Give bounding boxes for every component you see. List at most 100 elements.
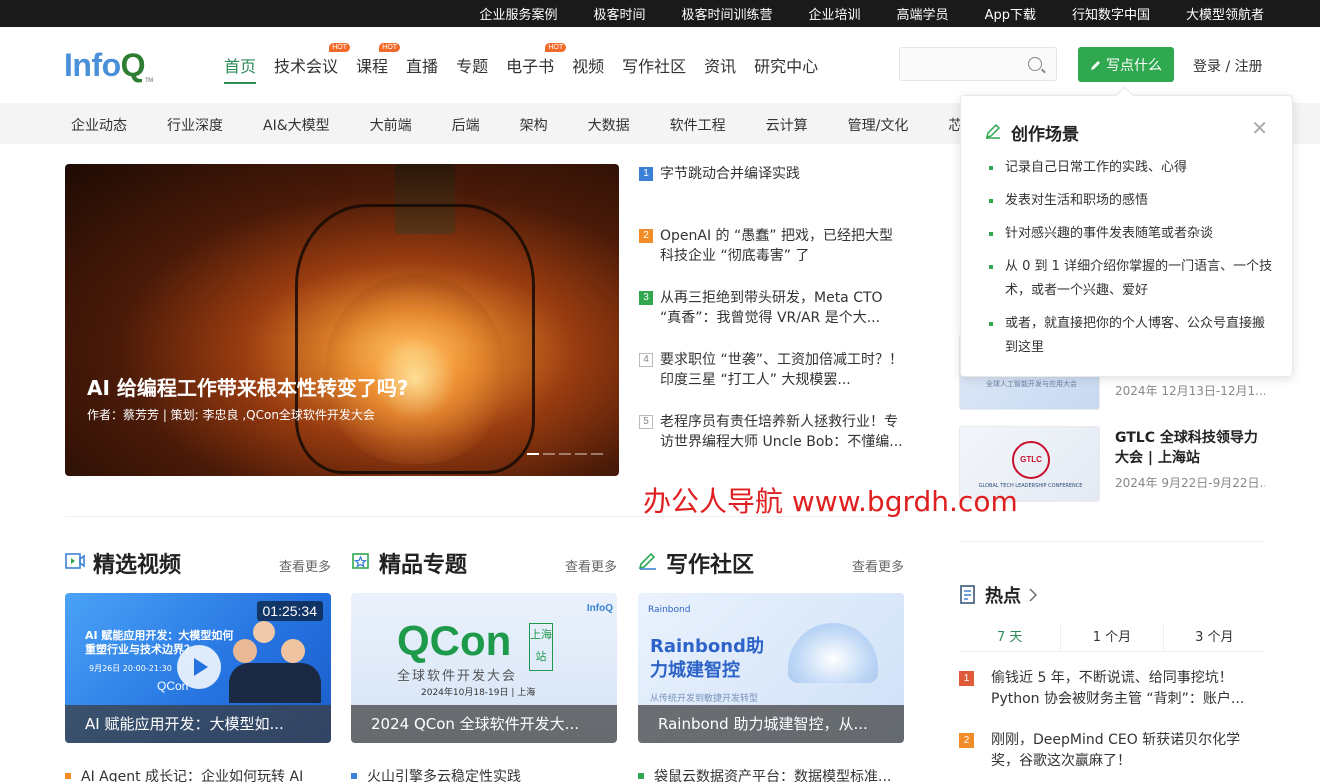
hot-tab[interactable]: 3 个月 (1164, 624, 1265, 651)
hot-item[interactable]: 1 偷钱近 5 年，不断说谎、给同事挖坑！Python 协会被财务主管 “背刺”：… (959, 668, 1265, 710)
view-more-link[interactable]: 查看更多 (852, 556, 904, 575)
event-date: 2024年 12月13日-12月1... (1115, 384, 1265, 398)
search-icon[interactable] (1028, 57, 1042, 71)
headline-item[interactable]: 4 要求职位 “世袭”、工资加倍减工时？！印度三星 “打工人” 大规模罢... (639, 350, 903, 390)
top-link[interactable]: App下载 (985, 4, 1036, 23)
hot-item[interactable]: 2 刚刚，DeepMind CEO 斩获诺贝尔化学奖，谷歌这次赢麻了！ (959, 730, 1265, 772)
nav-item-label: 视频 (572, 57, 605, 76)
play-icon[interactable] (177, 645, 221, 689)
nav-item[interactable]: 视频 (572, 53, 604, 77)
nav-item-label: 研究中心 (754, 57, 819, 76)
carousel-dot[interactable] (543, 453, 555, 455)
hero-carousel[interactable]: AI 给编程工作带来根本性转变了吗? 作者：蔡芳芳 | 策划: 李忠良 ,QCo… (65, 164, 619, 476)
close-icon[interactable]: ✕ (1251, 118, 1268, 138)
top-link[interactable]: 极客时间训练营 (682, 4, 773, 23)
event-title: GTLC 全球科技领导力大会 | 上海站 (1115, 430, 1258, 466)
hero-image-cage (295, 204, 535, 474)
popup-item-text: 从 0 到 1 详细介绍你掌握的一门语言、一个技术，或者一个兴趣、爱好 (1005, 259, 1273, 298)
hot-tab[interactable]: 1 个月 (1061, 624, 1164, 651)
logo-tm: TM (145, 78, 153, 84)
top-link[interactable]: 极客时间 (594, 4, 646, 23)
qcon-logo: QCon (397, 617, 512, 664)
popup-item: 或者，就直接把你的个人博客、公众号直接搬到这里 (989, 312, 1274, 360)
video-poster-date: 9月26日 20:00-21:30 (89, 664, 172, 673)
logo-q: Q (120, 47, 146, 83)
nav-item[interactable]: 写作社区 (622, 53, 686, 77)
carousel-dot[interactable] (575, 453, 587, 455)
category-item[interactable]: 企业动态 (71, 115, 127, 135)
nav-item[interactable]: 资讯 (704, 53, 736, 77)
write-button[interactable]: 写点什么 (1078, 47, 1174, 82)
nav-item[interactable]: 研究中心 (754, 53, 818, 77)
hot-tab[interactable]: 7 天 (959, 624, 1062, 651)
hot-header[interactable]: 热点 (959, 582, 1037, 608)
headline-item[interactable]: 5 老程序员有责任培养新人拯救行业！专访世界编程大师 Uncle Bob：不懂编.… (639, 412, 903, 452)
list-item-text: 火山引擎多云稳定性实践 (367, 769, 521, 782)
top-link[interactable]: 高端学员 (897, 4, 949, 23)
popup-item-text: 记录自己日常工作的实践、心得 (1005, 160, 1188, 175)
rank-badge: 1 (959, 671, 974, 686)
video-card[interactable]: AI 赋能应用开发：大模型如何重塑行业与技术边界？ 9月26日 20:00-21… (65, 593, 331, 743)
bullet-icon (989, 322, 993, 326)
rainbond-title: Rainbond助力城建智控 (650, 636, 764, 681)
hot-item-text: 偷钱近 5 年，不断说谎、给同事挖坑！Python 协会被财务主管 “背刺”：账… (991, 670, 1245, 707)
view-more-link[interactable]: 查看更多 (279, 556, 331, 575)
top-link[interactable]: 企业培训 (809, 4, 861, 23)
popup-item-text: 发表对生活和职场的感悟 (1005, 193, 1149, 208)
nav-item[interactable]: 电子书 HOT (506, 43, 567, 77)
category-item[interactable]: 管理/文化 (848, 115, 909, 135)
list-item[interactable]: 火山引擎多云稳定性实践 (351, 766, 521, 782)
nav-item[interactable]: 直播 (406, 53, 438, 77)
headline-text: 从再三拒绝到带头研发，Meta CTO “真香”：我曾觉得 VR/AR 是个大.… (660, 290, 883, 326)
category-item[interactable]: 大前端 (370, 115, 412, 135)
carousel-dot[interactable] (559, 453, 571, 455)
watermark: 办公人导航 www.bgrdh.com (643, 485, 1018, 518)
popup-item: 发表对生活和职场的感悟 (989, 189, 1274, 213)
card-caption[interactable]: 2024 QCon 全球软件开发大... (351, 705, 617, 743)
top-link[interactable]: 企业服务案例 (479, 4, 557, 23)
headline-text: 要求职位 “世袭”、工资加倍减工时？！印度三星 “打工人” 大规模罢... (660, 352, 903, 388)
login-link[interactable]: 登录 / 注册 (1193, 56, 1263, 76)
section-writing-header: 写作社区 查看更多 (638, 546, 904, 578)
nav-item[interactable]: 课程 HOT (356, 43, 401, 77)
carousel-dot[interactable] (527, 453, 539, 455)
top-link[interactable]: 大模型领航者 (1186, 4, 1264, 23)
topic-card[interactable]: InfoQ QCon 上海站 全球软件开发大会 2024年10月18-19日 |… (351, 593, 617, 743)
bullet-icon (638, 773, 644, 779)
writing-card[interactable]: Rainbond Rainbond助力城建智控 从传统开发到敏捷开发转型 Rai… (638, 593, 904, 743)
category-item[interactable]: 行业深度 (167, 115, 223, 135)
qcon-date: 2024年10月18-19日 | 上海 (421, 688, 536, 698)
search-box[interactable] (899, 47, 1057, 81)
headline-item[interactable]: 1 字节跳动合并编译实践 (639, 164, 903, 184)
carousel-dot[interactable] (591, 453, 603, 455)
nav-item-label: 课程 (356, 57, 389, 76)
bullet-icon (989, 166, 993, 170)
nav-item[interactable]: 首页 (224, 53, 257, 84)
speaker-avatar (281, 639, 305, 663)
category-item[interactable]: 后端 (452, 115, 480, 135)
card-caption[interactable]: AI 赋能应用开发：大模型如... (65, 705, 331, 743)
card-caption[interactable]: Rainbond 助力城建智控，从... (638, 705, 904, 743)
logo-text: Info (64, 47, 121, 83)
category-item[interactable]: 软件工程 (670, 115, 726, 135)
creation-popup: 创作场景 ✕ 记录自己日常工作的实践、心得 发表对生活和职场的感悟 针对感兴趣的事件… (960, 95, 1293, 377)
infoq-logo[interactable]: InfoQTM (64, 47, 153, 84)
speaker-avatars (229, 621, 323, 703)
nav-item-label: 直播 (406, 57, 439, 76)
view-more-link[interactable]: 查看更多 (565, 556, 617, 575)
hot-title: 热点 (985, 586, 1021, 607)
nav-item[interactable]: 专题 (456, 53, 488, 77)
headline-item[interactable]: 3 从再三拒绝到带头研发，Meta CTO “真香”：我曾觉得 VR/AR 是个大… (639, 288, 903, 328)
nav-item-label: 写作社区 (622, 57, 687, 76)
category-item[interactable]: 架构 (520, 115, 548, 135)
top-link[interactable]: 行知数字中国 (1072, 4, 1150, 23)
hero-title[interactable]: AI 给编程工作带来根本性转变了吗? (87, 372, 408, 401)
category-item[interactable]: AI&大模型 (263, 115, 330, 135)
popup-item: 针对感兴趣的事件发表随笔或者杂谈 (989, 222, 1274, 246)
headline-item[interactable]: 2 OpenAI 的 “愚蠢” 把戏，已经把大型科技企业 “彻底毒害” 了 (639, 226, 903, 266)
category-item[interactable]: 云计算 (766, 115, 808, 135)
category-item[interactable]: 大数据 (588, 115, 630, 135)
list-item[interactable]: AI Agent 成长记：企业如何玩转 AI (65, 766, 303, 782)
nav-item[interactable]: 技术会议 HOT (274, 43, 351, 77)
list-item[interactable]: 袋鼠云数据资产平台：数据模型标准... (638, 766, 891, 782)
